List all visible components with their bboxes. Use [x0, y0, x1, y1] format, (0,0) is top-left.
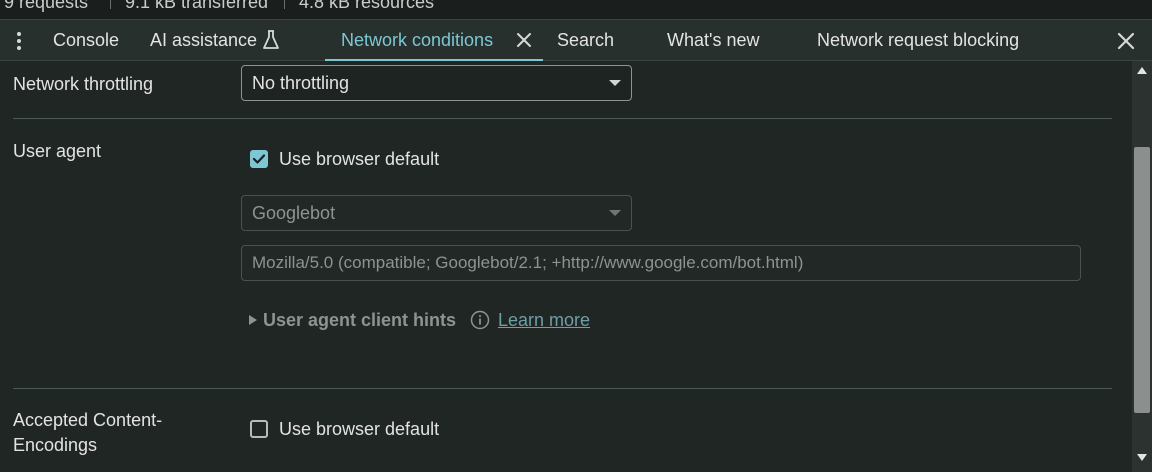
tab-ai-assistance[interactable]: AI assistance [150, 20, 257, 60]
tab-console[interactable]: Console [53, 20, 119, 60]
network-throttling-select[interactable]: No throttling [241, 65, 632, 101]
tab-whats-new[interactable]: What's new [667, 20, 759, 60]
close-drawer-icon[interactable] [1116, 31, 1136, 51]
transferred-size: 9.1 kB transferred [125, 0, 269, 12]
section-divider [13, 388, 1112, 389]
scroll-up-icon[interactable] [1137, 67, 1147, 74]
scroll-down-icon[interactable] [1137, 454, 1147, 461]
network-summary-bar: 9 requests 9.1 kB transferred 4.8 kB res… [0, 0, 1152, 19]
drawer-tab-bar: Console AI assistance Network conditions… [0, 19, 1152, 61]
tab-search[interactable]: Search [557, 20, 614, 60]
accepted-encodings-label: Accepted Content- Encodings [13, 408, 162, 458]
expand-triangle-icon[interactable] [249, 315, 257, 325]
chevron-down-icon [609, 210, 621, 216]
section-divider [13, 118, 1112, 119]
chevron-down-icon [609, 80, 621, 86]
more-vertical-icon[interactable] [12, 30, 26, 52]
user-agent-default-label: Use browser default [279, 149, 440, 169]
encodings-default-label: Use browser default [279, 419, 440, 439]
resources-size: 4.8 kB resources [299, 0, 435, 12]
user-agent-default-checkbox[interactable] [250, 150, 268, 168]
tab-network-conditions[interactable]: Network conditions [341, 20, 493, 60]
close-icon[interactable] [515, 31, 533, 49]
check-icon [252, 154, 266, 164]
vertical-scrollbar[interactable] [1132, 61, 1152, 472]
user-agent-string-input[interactable]: Mozilla/5.0 (compatible; Googlebot/2.1; … [241, 245, 1081, 281]
user-agent-client-hints-toggle[interactable]: User agent client hints [263, 309, 456, 331]
user-agent-preset-select[interactable]: Googlebot [241, 195, 632, 231]
summary-separator [110, 0, 111, 9]
requests-count: 9 requests [4, 0, 89, 12]
user-agent-preset-value: Googlebot [252, 203, 336, 223]
flask-icon [263, 30, 279, 49]
user-agent-label: User agent [13, 141, 102, 161]
user-agent-string-value: Mozilla/5.0 (compatible; Googlebot/2.1; … [252, 253, 804, 272]
network-throttling-value: No throttling [252, 73, 350, 93]
learn-more-link[interactable]: Learn more [498, 309, 590, 331]
network-conditions-panel: Network throttling No throttling User ag… [0, 61, 1132, 472]
info-icon [470, 310, 490, 330]
tab-network-request-blocking[interactable]: Network request blocking [817, 20, 1019, 60]
accepted-encodings-label-line1: Accepted Content- [13, 410, 163, 430]
network-throttling-label: Network throttling [13, 74, 154, 94]
accepted-encodings-label-line2: Encodings [13, 435, 98, 455]
scrollbar-thumb[interactable] [1134, 147, 1150, 413]
encodings-default-checkbox[interactable] [250, 420, 268, 438]
summary-separator [284, 0, 285, 9]
